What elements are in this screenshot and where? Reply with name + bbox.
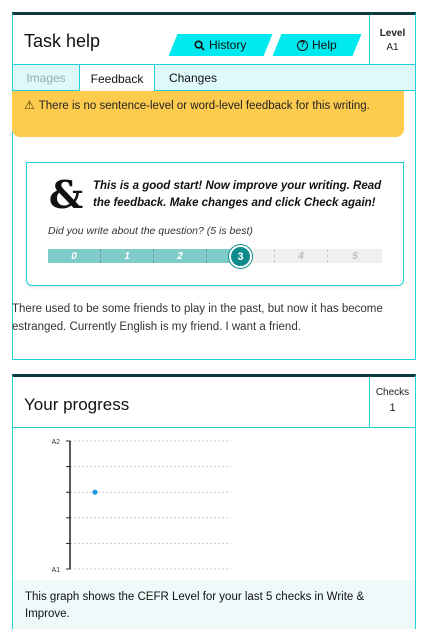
search-icon <box>194 39 205 51</box>
feedback-message: This is a good start! Now improve your w… <box>93 180 382 209</box>
checks-indicator: Checks 1 <box>369 377 415 428</box>
y-tick-label: A2 <box>51 439 60 446</box>
feedback-question: Did you write about the question? (5 is … <box>48 225 253 237</box>
history-button[interactable]: History <box>168 34 273 56</box>
checks-label: Checks <box>375 387 410 398</box>
warning-triangle-icon: ⚠ <box>24 98 35 112</box>
scale-label-0: 0 <box>48 249 101 263</box>
warning-banner: ⚠ There is no sentence-level or word-leve… <box>12 91 404 137</box>
scale-label-2: 2 <box>154 249 207 263</box>
progress-header: Your progress Checks 1 <box>13 377 415 428</box>
chart-caption: This graph shows the CEFR Level for your… <box>13 580 415 629</box>
scale-label-5: 5 <box>328 249 382 263</box>
svg-text:&: & <box>49 175 83 215</box>
progress-title: Your progress <box>24 395 130 414</box>
progress-chart: A1 A2 <box>13 428 415 580</box>
level-label: Level <box>379 28 406 39</box>
question-circle-icon: ? <box>297 39 309 51</box>
score-scale: 0 1 2 4 5 3 <box>48 245 382 268</box>
y-tick-label: A1 <box>51 567 60 574</box>
tab-images[interactable]: Images <box>13 65 79 91</box>
checks-value: 1 <box>389 402 396 414</box>
ampersand-logo: & <box>49 175 83 215</box>
level-indicator: Level A1 <box>369 15 415 65</box>
tab-changes[interactable]: Changes <box>158 65 228 91</box>
feedback-box: & This is a good start! Now improve your… <box>26 162 404 286</box>
scale-label-1: 1 <box>101 249 154 263</box>
help-label: Help <box>312 38 337 52</box>
task-help-header: Task help History ? Help Level A1 <box>13 15 415 65</box>
writing-text: There used to be some friends to play in… <box>12 303 383 333</box>
data-point <box>92 489 98 495</box>
warning-text: There is no sentence-level or word-level… <box>38 100 370 112</box>
score-marker: 3 <box>229 245 252 268</box>
progress-panel: Your progress Checks 1 A1 A2 This graph s… <box>12 374 416 629</box>
progress-chart-svg: A1 A2 <box>51 439 231 574</box>
tab-feedback[interactable]: Feedback <box>79 65 155 92</box>
level-value: A1 <box>386 42 399 53</box>
history-label: History <box>209 38 247 52</box>
scale-label-4: 4 <box>275 249 328 263</box>
help-button[interactable]: ? Help <box>272 34 362 56</box>
task-help-tabs: Images Feedback Changes <box>13 65 415 92</box>
task-help-title: Task help <box>24 31 101 51</box>
